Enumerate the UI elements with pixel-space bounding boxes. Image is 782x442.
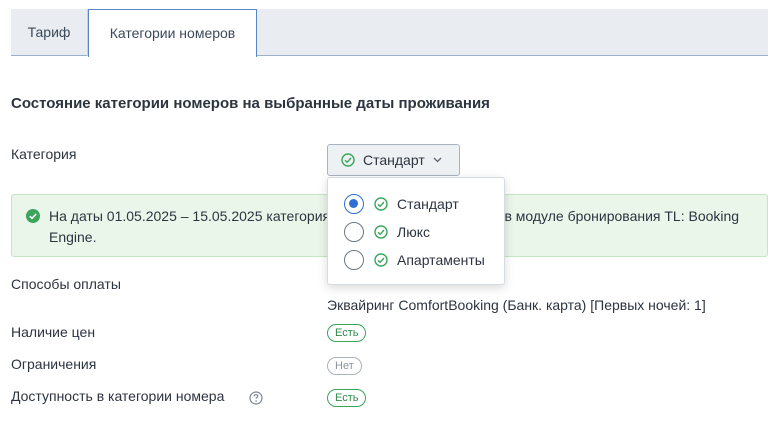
section-title: Состояние категории номеров на выбранные… bbox=[11, 95, 490, 112]
option-label: Апартаменты bbox=[397, 252, 485, 268]
check-circle-icon bbox=[341, 153, 355, 167]
radio-button[interactable] bbox=[344, 194, 364, 214]
category-select[interactable]: Стандарт bbox=[327, 144, 460, 176]
radio-button[interactable] bbox=[344, 222, 364, 242]
radio-button[interactable] bbox=[344, 250, 364, 270]
option-label: Люкс bbox=[397, 224, 430, 240]
check-circle-icon bbox=[374, 253, 388, 267]
availability-status-badge: Есть bbox=[327, 389, 367, 407]
tab-bar: Тариф Категории номеров bbox=[11, 9, 768, 57]
chevron-down-icon bbox=[433, 155, 442, 165]
category-select-value: Стандарт bbox=[363, 152, 425, 168]
restrictions-label: Ограничения bbox=[11, 356, 97, 372]
restrictions-status-badge: Нет bbox=[327, 357, 362, 375]
option-apartments[interactable]: Апартаменты bbox=[328, 246, 506, 274]
tab-tariff[interactable]: Тариф bbox=[11, 9, 88, 56]
option-standard[interactable]: Стандарт bbox=[328, 190, 506, 218]
prices-status-badge: Есть bbox=[327, 324, 367, 342]
option-lux[interactable]: Люкс bbox=[328, 218, 506, 246]
availability-label: Доступность в категории номера bbox=[11, 388, 225, 404]
payment-methods-value: Эквайринг ComfortBooking (Банк. карта) [… bbox=[327, 297, 706, 313]
check-circle-icon bbox=[374, 197, 388, 211]
payment-methods-label: Способы оплаты bbox=[11, 276, 121, 292]
check-circle-filled-icon bbox=[26, 209, 40, 223]
category-dropdown: Стандарт Люкс Апартаменты bbox=[327, 177, 505, 285]
question-circle-icon[interactable] bbox=[249, 391, 263, 405]
prices-label: Наличие цен bbox=[11, 324, 96, 340]
tab-room-categories[interactable]: Категории номеров bbox=[88, 9, 257, 57]
option-label: Стандарт bbox=[397, 196, 459, 212]
category-label: Категория bbox=[11, 146, 77, 162]
check-circle-icon bbox=[374, 225, 388, 239]
